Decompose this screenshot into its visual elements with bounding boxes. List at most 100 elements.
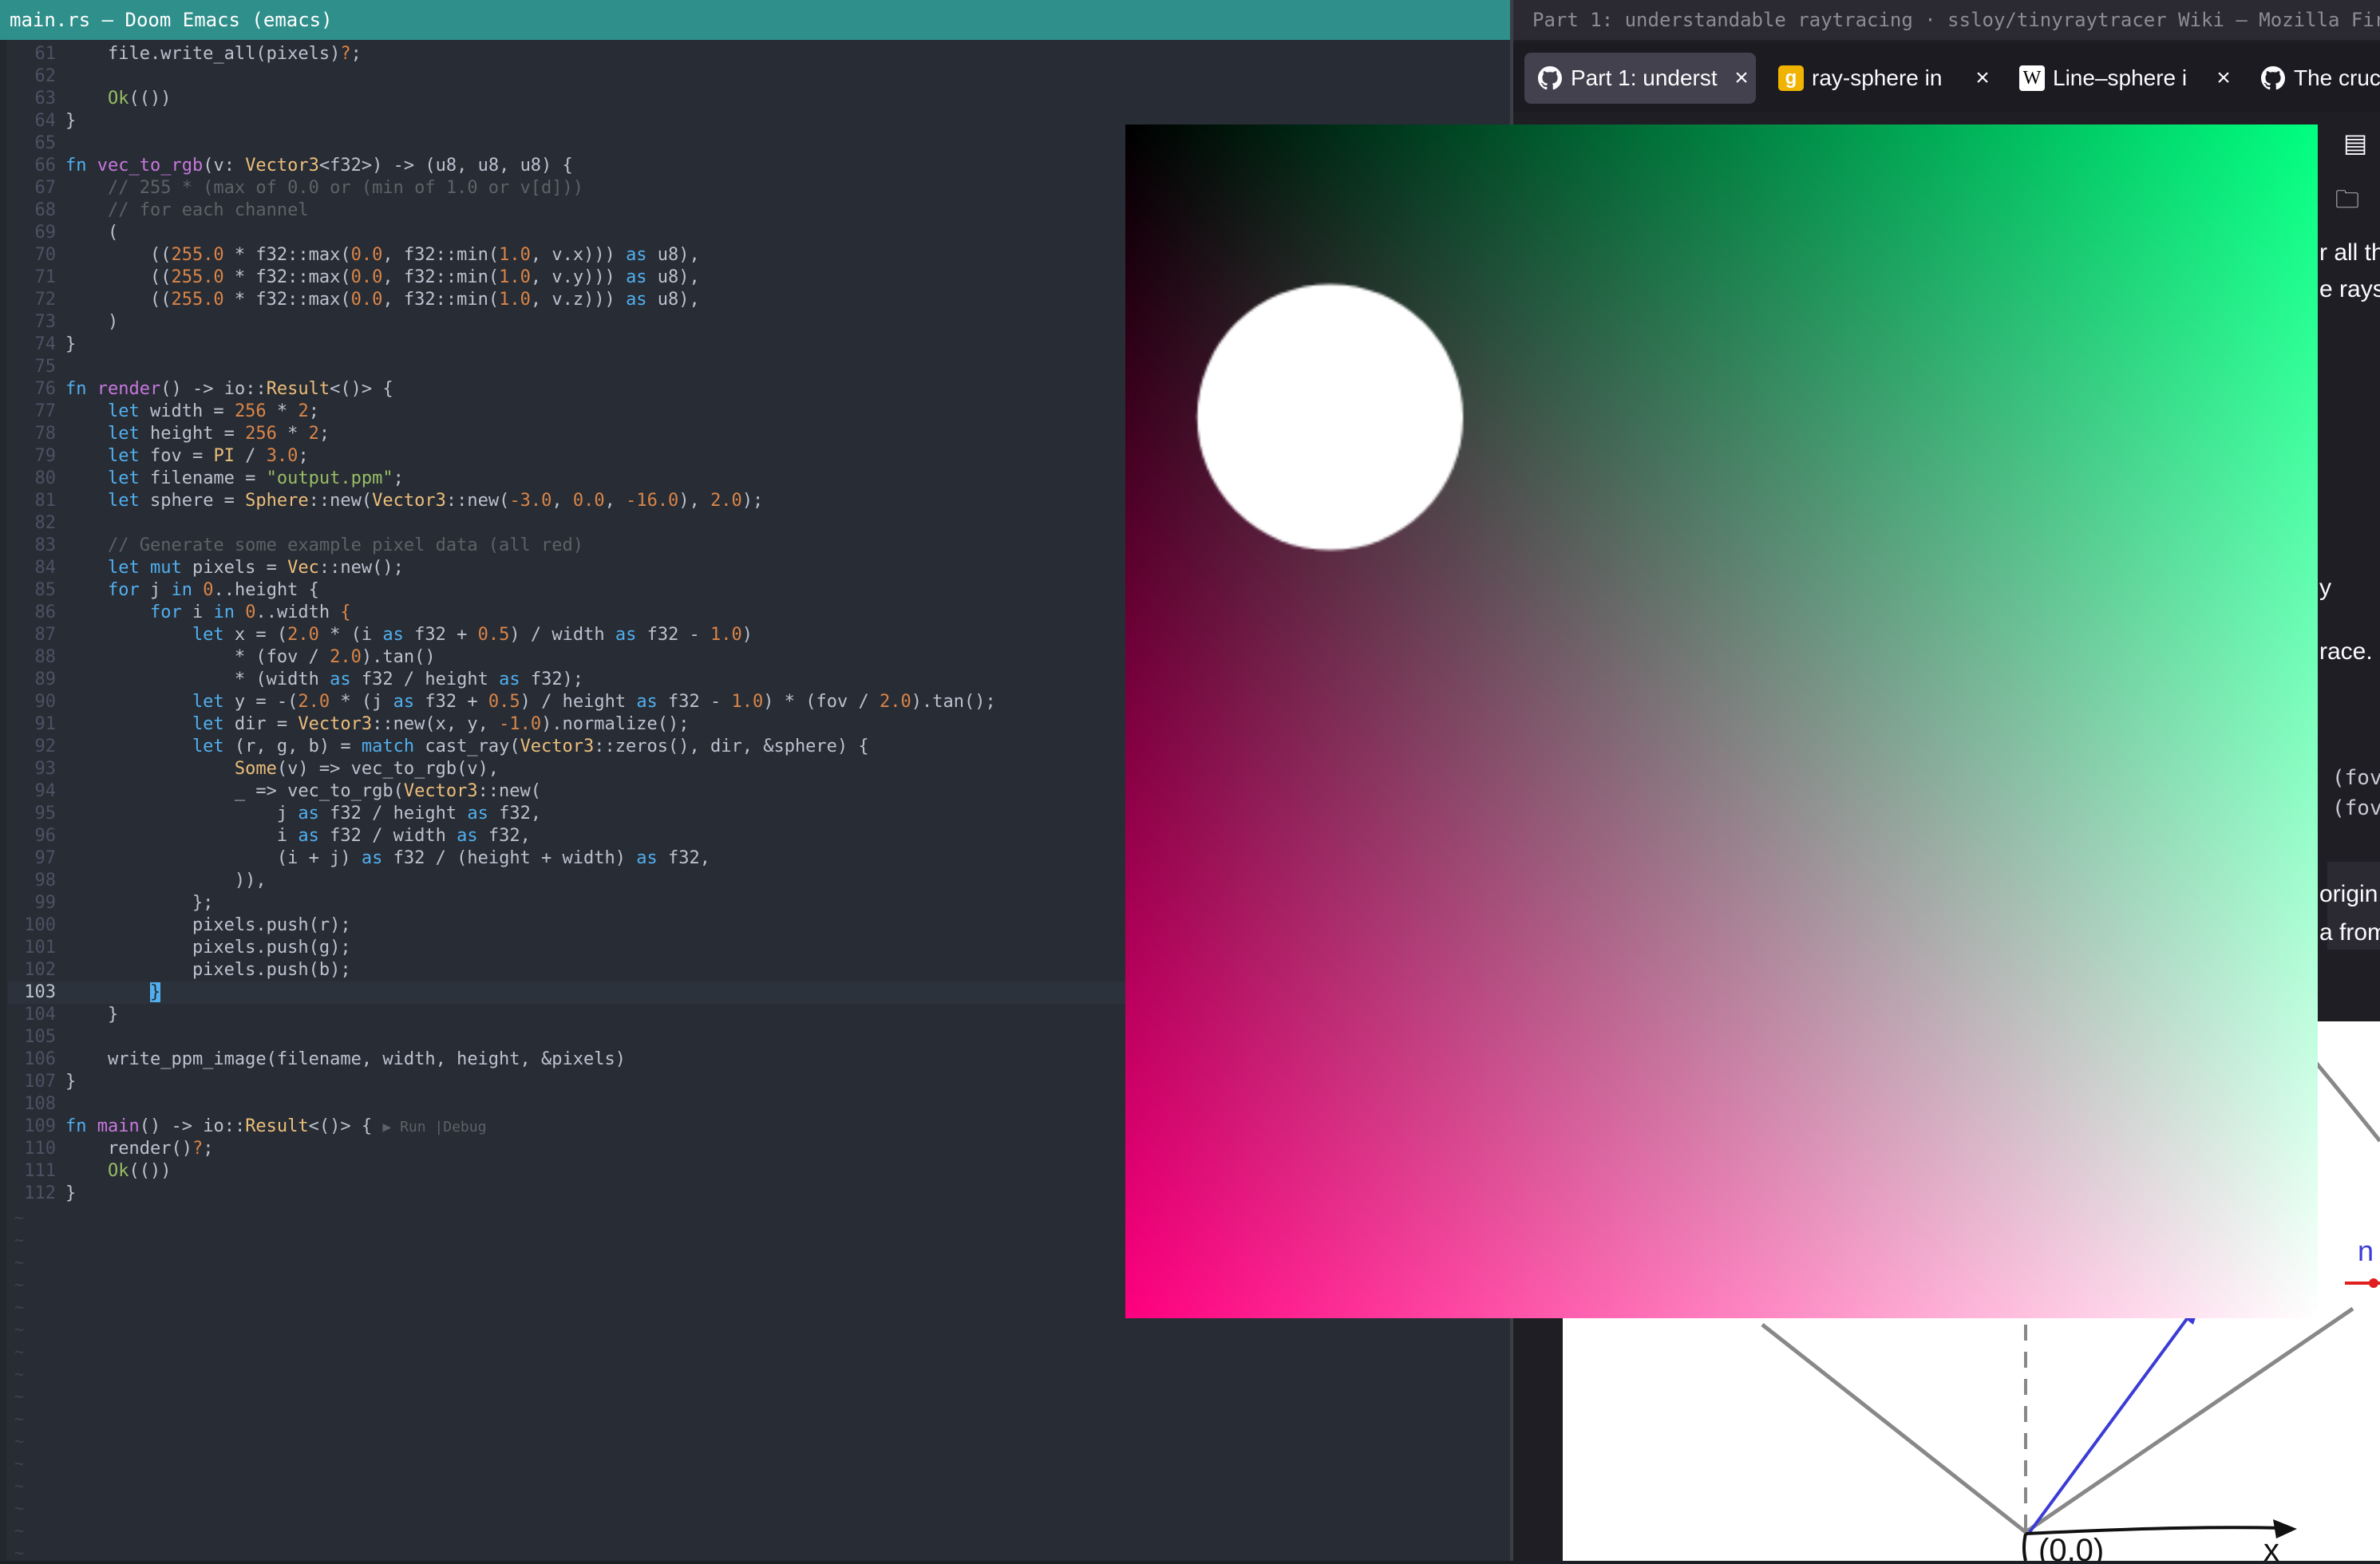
code-token: PI [213,446,235,466]
code-token: pixels.push(g); [65,938,351,958]
code-token: let [65,491,140,511]
code-token: write_ppm_image(filename, width, height,… [65,1049,626,1069]
code-token: } [65,334,77,354]
code-text: } [65,1072,76,1092]
code-token: 2.0 [879,692,911,712]
code-text: * (fov / 2.0).tan() [65,647,436,667]
code-token: in [171,580,192,600]
code-token: Ok [65,89,129,109]
github-icon [1537,65,1563,91]
code-token: vec_to_rgb [97,156,204,176]
code-text: Ok(()) [65,89,172,109]
line-number: 106 [24,1049,56,1069]
code-token: x = ( [223,625,288,645]
code-text: file.write_all(pixels)?; [65,44,362,64]
line-number: 64 [34,111,57,131]
code-token: Result [245,1116,309,1136]
code-token: Vector3 [298,714,373,734]
code-token: f32 / height [318,804,468,823]
tab-label: Line–sphere i [2053,65,2188,90]
line-number: 81 [34,491,57,511]
line-number: 108 [24,1094,56,1114]
code-token: y = -( [223,692,298,712]
code-token: 3.0 [266,446,298,466]
article-text: a from [2319,919,2380,946]
line-number: 71 [34,267,57,287]
reader-view-icon[interactable]: ▤ [2343,128,2367,158]
code-token: 0.5 [488,692,520,712]
empty-line-marker: ~ [14,1476,25,1495]
code-text: (fov [2332,796,2380,820]
code-token: dir = [223,714,298,734]
code-token: , v.z))) [530,290,627,310]
tab-line-sphere[interactable]: W Line–sphere i × [2006,53,2238,104]
code-token: match [361,737,415,756]
code-token: ).tan() [361,647,436,667]
ray-vector [2028,1309,2195,1534]
code-token: let [65,692,224,712]
code-token: let [65,424,140,444]
code-line[interactable]: 61 file.write_all(pixels)?; [8,43,1508,65]
code-token: ▶ Run |Debug [382,1119,487,1135]
line-number: 105 [24,1027,56,1047]
code-token: * (fov / [65,647,330,667]
code-text: } [65,111,76,131]
code-text: ((255.0 * f32::max(0.0, f32::min(1.0, v.… [65,290,700,310]
code-token: let [65,625,224,645]
code-token: 2.0 [710,491,742,511]
line-number: 88 [34,647,57,667]
code-text: render()?; [65,1139,213,1159]
line-number: 79 [34,446,57,466]
code-token: -1.0 [499,714,542,734]
code-text: let mut pixels = Vec::new(); [65,558,404,578]
code-line[interactable]: 63 Ok(()) [8,88,1508,110]
code-token: ) / height [520,692,637,712]
line-number: 100 [24,915,56,935]
code-token: , f32::min( [382,245,500,265]
code-text: } [65,1183,76,1203]
folder-icon[interactable]: 🗀 [2335,182,2359,223]
line-number: 104 [24,1005,56,1025]
tab-label: Part 1: underst [1571,65,1718,90]
code-text: let height = 256 * 2; [65,424,330,444]
line-number: 70 [34,245,57,265]
close-icon[interactable]: × [1727,65,1756,92]
code-line[interactable]: 62 [8,65,1508,88]
render-output-window[interactable] [1125,124,2318,1318]
code-token: in [213,602,235,622]
cursor: } [149,982,161,1002]
code-text: let fov = PI / 3.0; [65,446,309,466]
line-number: 68 [34,200,57,220]
tab-ray-sphere[interactable]: g ray-sphere in × [1765,53,1997,104]
code-token: ; [350,44,362,64]
code-token: ), [678,491,711,511]
line-number: 90 [34,692,57,712]
close-icon[interactable]: × [1968,65,1997,92]
code-token: width = [139,401,235,421]
empty-line-marker: ~ [14,1387,25,1406]
code-text: j as f32 / height as f32, [65,804,541,823]
code-text: * (width as f32 / height as f32); [65,669,583,689]
code-token: Result [266,379,330,399]
code-text: fn vec_to_rgb(v: Vector3<f32>) -> (u8, u… [65,156,573,176]
line-number: 69 [34,223,57,243]
code-token: as [626,290,647,310]
code-token: fn [65,156,97,176]
tab-the-crucial[interactable]: The crucial [2248,53,2380,104]
code-token: sphere = [139,491,246,511]
code-token: 1.0 [499,267,531,287]
tab-part1[interactable]: Part 1: underst × [1524,53,1756,104]
code-token: , [604,491,627,511]
code-token: // 255 * (max of 0.0 or (min of 1.0 or v… [65,178,584,198]
code-token: as [626,245,647,265]
code-token: (( [65,267,172,287]
code-token: i [181,602,214,622]
code-token: ); [741,491,764,511]
code-token: () -> io:: [160,379,267,399]
code-token: Sphere [245,491,309,511]
code-text: _ => vec_to_rgb(Vector3::new( [65,781,541,801]
close-icon[interactable]: × [2209,65,2238,92]
code-token: <()> { [330,379,393,399]
code-token: 256 [234,401,267,421]
code-token: Vec [287,558,319,578]
